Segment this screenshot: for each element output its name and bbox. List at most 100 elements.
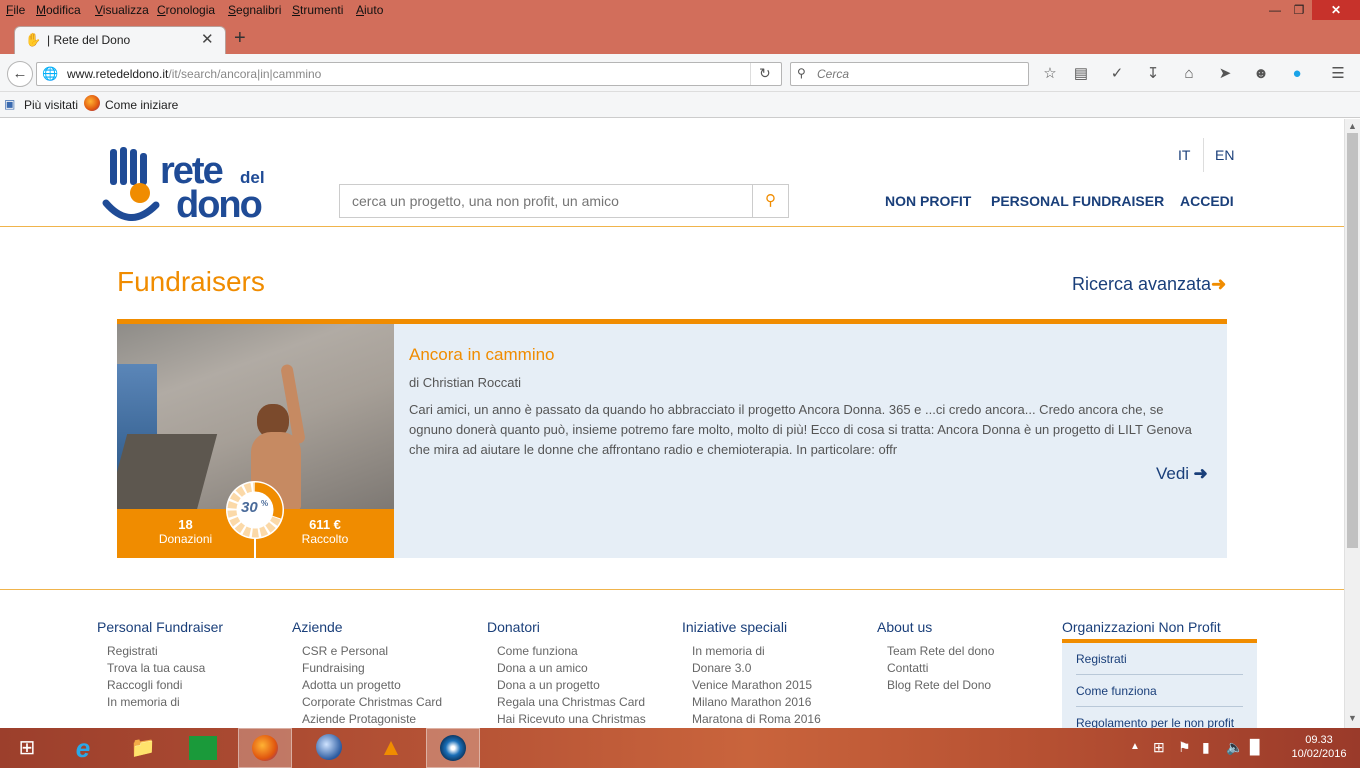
restore-icon[interactable]: ❐ <box>1286 0 1312 20</box>
internet-explorer-icon[interactable]: e <box>56 728 110 768</box>
menu-strumenti[interactable]: Strumenti <box>292 3 343 17</box>
thunderbird-icon[interactable] <box>302 728 356 768</box>
header-divider <box>0 226 1344 227</box>
volume-icon[interactable]: 🔈 <box>1226 739 1243 756</box>
footer-link[interactable]: Blog Rete del Dono <box>887 677 1057 694</box>
footer-col-donatori: Donatori Come funziona Dona a un amico D… <box>487 619 677 728</box>
footer-link[interactable]: CSR e Personal <box>302 643 482 660</box>
footer-link[interactable]: Maratona di Roma 2016 <box>692 711 872 728</box>
firefox-taskbar-icon[interactable] <box>238 728 292 768</box>
footer-link[interactable]: Trova la tua causa <box>107 660 287 677</box>
footer-link[interactable]: Raccogli fondi <box>107 677 287 694</box>
nav-accedi[interactable]: ACCEDI <box>1180 193 1234 209</box>
menu-cronologia[interactable]: Cronologia <box>157 3 215 17</box>
tray-expand-icon[interactable]: ▲ <box>1130 741 1140 752</box>
menu-file[interactable]: File <box>6 3 25 17</box>
lang-en[interactable]: EN <box>1215 147 1234 163</box>
footer-link[interactable]: Aziende Protagoniste <box>302 711 482 728</box>
start-button[interactable]: ⊞ <box>0 728 54 768</box>
footer-link[interactable]: Dona a un amico <box>497 660 677 677</box>
footer-np-box: Organizzazioni Non Profit Registrati Com… <box>1062 619 1257 728</box>
disc-app-icon[interactable] <box>426 728 480 768</box>
downloads-icon[interactable]: ↧ <box>1143 64 1163 84</box>
footer-link[interactable]: Fundraising <box>302 660 482 677</box>
reload-icon[interactable]: ↻ <box>759 65 771 82</box>
lang-it[interactable]: IT <box>1178 147 1190 163</box>
scroll-down-icon[interactable]: ▼ <box>1348 713 1357 723</box>
footer-link[interactable]: Corporate Christmas Card <box>302 694 482 711</box>
scroll-thumb[interactable] <box>1347 133 1358 548</box>
reading-list-icon[interactable]: ▤ <box>1071 64 1091 84</box>
lang-divider <box>1203 138 1204 172</box>
new-tab-icon[interactable]: + <box>234 27 246 50</box>
menu-visualizza[interactable]: Visualizza <box>95 3 149 17</box>
flag-icon[interactable]: ⚑ <box>1178 739 1191 756</box>
pocket-icon[interactable]: ✓ <box>1107 64 1127 84</box>
most-visited-icon: ▣ <box>4 97 16 111</box>
file-explorer-icon[interactable]: 📁 <box>116 728 170 768</box>
menu-aiuto[interactable]: Aiuto <box>356 3 383 17</box>
np-link[interactable]: Regolamento per le non profit <box>1076 707 1243 728</box>
nav-personal-fundraiser[interactable]: PERSONAL FUNDRAISER <box>991 193 1164 209</box>
network-icon[interactable]: ▉ <box>1250 739 1261 756</box>
scroll-up-icon[interactable]: ▲ <box>1348 121 1357 131</box>
tab-title: | Rete del Dono <box>47 33 131 47</box>
footer-link[interactable]: Adotta un progetto <box>302 677 482 694</box>
skype-icon[interactable]: ● <box>1287 64 1307 84</box>
site-favicon-icon: ✋ <box>25 32 42 47</box>
advanced-search-label: Ricerca avanzata <box>1072 274 1212 294</box>
footer-link[interactable]: Venice Marathon 2015 <box>692 677 872 694</box>
clock-time: 09.33 <box>1305 734 1333 746</box>
footer-link[interactable]: Dona a un progetto <box>497 677 677 694</box>
bookmark-get-started[interactable]: Come iniziare <box>105 98 178 112</box>
hamburger-menu-icon[interactable]: ☰ <box>1328 64 1348 84</box>
home-icon[interactable]: ⌂ <box>1179 64 1199 84</box>
system-clock[interactable]: 09.33 10/02/2016 <box>1284 733 1354 761</box>
footer-link[interactable]: In memoria di <box>692 643 872 660</box>
advanced-search-link[interactable]: Ricerca avanzata➜ <box>1072 274 1226 295</box>
arrow-right-icon: ➜ <box>1211 274 1227 294</box>
percent-sign: % <box>261 499 269 508</box>
footer-link[interactable]: In memoria di <box>107 694 287 711</box>
fundraiser-title[interactable]: Ancora in cammino <box>409 345 555 365</box>
footer-link[interactable]: Team Rete del dono <box>887 643 1057 660</box>
bookmark-star-icon[interactable]: ☆ <box>1040 64 1060 84</box>
np-link[interactable]: Registrati <box>1076 643 1243 675</box>
action-center-icon[interactable]: ⊞ <box>1153 739 1165 756</box>
store-icon[interactable] <box>176 728 230 768</box>
site-search-button[interactable]: ⚲ <box>752 185 788 217</box>
footer-link[interactable]: Regala una Christmas Card <box>497 694 677 711</box>
vlc-icon[interactable]: ▲ <box>364 728 418 768</box>
footer-col-iniziative: Iniziative speciali In memoria di Donare… <box>682 619 872 728</box>
nav-non-profit[interactable]: NON PROFIT <box>885 193 971 209</box>
bookmark-most-visited[interactable]: Più visitati <box>24 98 78 112</box>
menu-modifica[interactable]: Modifica <box>36 3 81 17</box>
url-bar[interactable]: 🌐 www.retedeldono.it/it/search/ancora|in… <box>36 62 782 86</box>
battery-icon[interactable]: ▮ <box>1202 739 1210 756</box>
footer-link[interactable]: Donare 3.0 <box>692 660 872 677</box>
chat-icon[interactable]: ☻ <box>1251 64 1271 84</box>
site-search-input[interactable] <box>340 185 752 217</box>
back-button[interactable]: ← <box>7 61 33 87</box>
footer-link[interactable]: Registrati <box>107 643 287 660</box>
browser-search-box[interactable]: ⚲ Cerca <box>790 62 1029 86</box>
menu-segnalibri[interactable]: Segnalibri <box>228 3 281 17</box>
np-link[interactable]: Come funziona <box>1076 675 1243 707</box>
minimize-icon[interactable]: — <box>1262 0 1288 20</box>
rete-del-dono-logo[interactable]: rete del dono <box>100 145 300 226</box>
clock-date: 10/02/2016 <box>1291 748 1347 760</box>
footer-link[interactable]: Come funziona <box>497 643 677 660</box>
vedi-link[interactable]: Vedi ➜ <box>1156 464 1208 484</box>
vedi-label: Vedi <box>1156 464 1190 483</box>
tab-rete-del-dono[interactable]: ✋ | Rete del Dono ✕ <box>14 26 226 54</box>
window-controls: — ❐ ✕ <box>1262 0 1360 22</box>
footer-link[interactable]: Hai Ricevuto una Christmas <box>497 711 677 728</box>
footer-col-personal-fundraiser: Personal Fundraiser Registrati Trova la … <box>97 619 287 711</box>
footer-link[interactable]: Milano Marathon 2016 <box>692 694 872 711</box>
close-tab-icon[interactable]: ✕ <box>201 30 214 48</box>
footer-link[interactable]: Contatti <box>887 660 1057 677</box>
send-icon[interactable]: ➤ <box>1215 64 1235 84</box>
page-scrollbar[interactable]: ▲ ▼ <box>1344 119 1360 728</box>
close-window-icon[interactable]: ✕ <box>1312 0 1360 20</box>
footer-col-about: About us Team Rete del dono Contatti Blo… <box>877 619 1057 694</box>
